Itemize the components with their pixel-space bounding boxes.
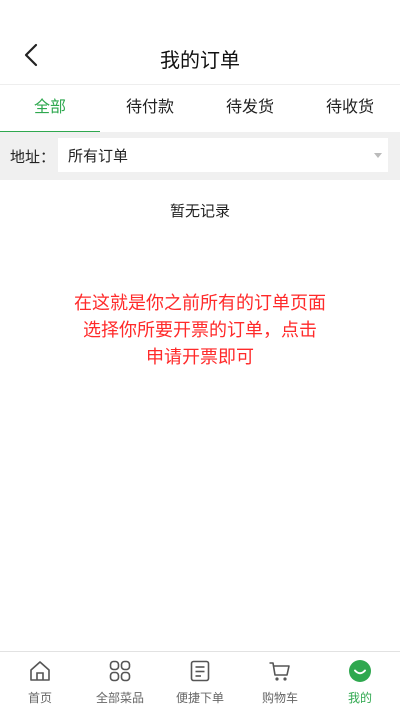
tab-pending-shipment[interactable]: 待发货 [200, 85, 300, 133]
address-select[interactable]: 所有订单 [58, 138, 388, 172]
tabbar-home[interactable]: 首页 [0, 652, 80, 712]
address-label: 地址： [10, 148, 56, 166]
caret-down-icon [374, 153, 382, 158]
tabbar-mine-label: 我的 [347, 691, 372, 705]
tabbar-all-dishes[interactable]: 全部菜品 [80, 652, 160, 712]
tab-all[interactable]: 全部 [0, 85, 100, 133]
smile-icon [349, 660, 371, 682]
tabbar-cart-label: 购物车 [261, 691, 298, 705]
tab-pending-receipt[interactable]: 待收货 [300, 85, 400, 133]
annotation-line-2: 选择你所要开票的订单，点击 [83, 320, 317, 341]
annotation-line-3: 申请开票即可 [146, 347, 254, 368]
order-icon [190, 660, 210, 682]
order-tabs: 全部 待付款 待发货 待收货 [0, 84, 400, 133]
grid-icon [109, 660, 131, 682]
header: 我的订单 [0, 0, 400, 84]
tab-pending-payment[interactable]: 待付款 [100, 85, 200, 133]
tabbar-quick-order-label: 便捷下单 [175, 691, 224, 705]
tabbar-quick-order[interactable]: 便捷下单 [160, 652, 240, 712]
cart-icon [269, 662, 290, 681]
tabbar-cart[interactable]: 购物车 [240, 652, 320, 712]
address-select-value: 所有订单 [68, 146, 129, 165]
bottom-tabbar: 首页 全部菜品 便捷下单 购物车 我的 [0, 651, 400, 712]
home-icon [30, 661, 50, 681]
tabbar-home-label: 首页 [27, 691, 52, 705]
address-filter-bar: 地址： 所有订单 [0, 132, 400, 180]
empty-state-text: 暂无记录 [169, 202, 230, 220]
annotation-note: 在这就是你之前所有的订单页面 选择你所要开票的订单，点击 申请开票即可 [0, 290, 400, 371]
tabbar-all-dishes-label: 全部菜品 [95, 691, 144, 705]
annotation-line-1: 在这就是你之前所有的订单页面 [74, 293, 326, 314]
tabbar-mine[interactable]: 我的 [320, 652, 400, 712]
page-title: 我的订单 [160, 48, 240, 72]
